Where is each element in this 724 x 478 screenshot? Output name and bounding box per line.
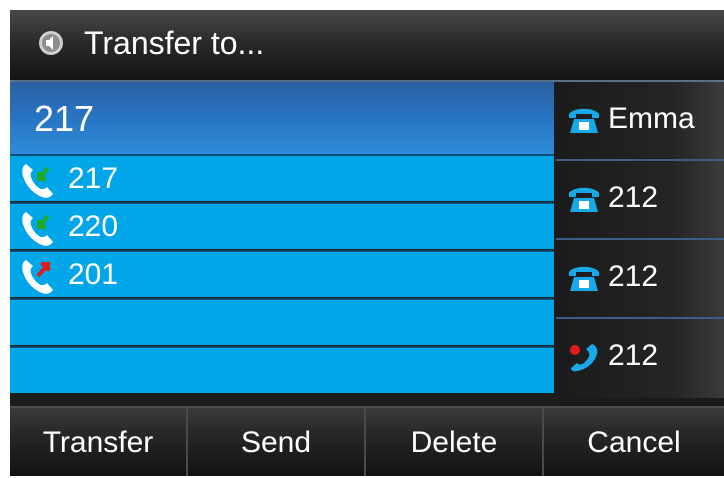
call-list-item[interactable] — [10, 346, 554, 394]
title-bar: Transfer to... — [10, 10, 724, 82]
phone-icon — [569, 266, 599, 291]
call-number: 217 — [68, 162, 119, 195]
call-list-panel: 217 217 220 201 — [10, 82, 554, 406]
transfer-number-input[interactable]: 217 — [10, 82, 554, 154]
line-key-label: 212 — [608, 260, 659, 293]
busy-handset-icon — [570, 344, 598, 372]
page-title: Transfer to... — [84, 25, 265, 61]
line-keys-panel: Emma 212 212 212 — [556, 82, 724, 406]
call-list-item[interactable]: 220 — [10, 202, 554, 250]
cancel-button[interactable]: Cancel — [544, 408, 724, 476]
line-key-label: 212 — [608, 339, 659, 372]
phone-icon — [569, 187, 599, 212]
call-number: 201 — [68, 258, 119, 291]
received-call-icon — [22, 164, 53, 198]
line-key-212[interactable]: 212 — [556, 240, 724, 319]
transfer-number-value: 217 — [34, 98, 95, 139]
missed-call-icon — [22, 260, 53, 294]
call-list-item[interactable]: 217 — [10, 154, 554, 202]
call-list-item[interactable] — [10, 298, 554, 346]
call-number: 220 — [68, 210, 119, 243]
phone-screen: Transfer to... 217 217 220 201 Emma 212 … — [10, 10, 724, 476]
line-key-212[interactable]: 212 — [556, 161, 724, 240]
transfer-button[interactable]: Transfer — [10, 408, 188, 476]
phone-icon — [569, 108, 599, 133]
delete-button[interactable]: Delete — [366, 408, 544, 476]
send-button[interactable]: Send — [188, 408, 366, 476]
speaker-icon — [39, 31, 63, 55]
call-list-item[interactable]: 201 — [10, 250, 554, 298]
line-key-label: 212 — [608, 181, 659, 214]
softkey-bar: Transfer Send Delete Cancel — [10, 406, 724, 476]
line-key-label: Emma — [608, 102, 695, 135]
line-key-emma[interactable]: Emma — [556, 82, 724, 161]
line-key-212[interactable]: 212 — [556, 319, 724, 398]
received-call-icon — [22, 212, 53, 246]
